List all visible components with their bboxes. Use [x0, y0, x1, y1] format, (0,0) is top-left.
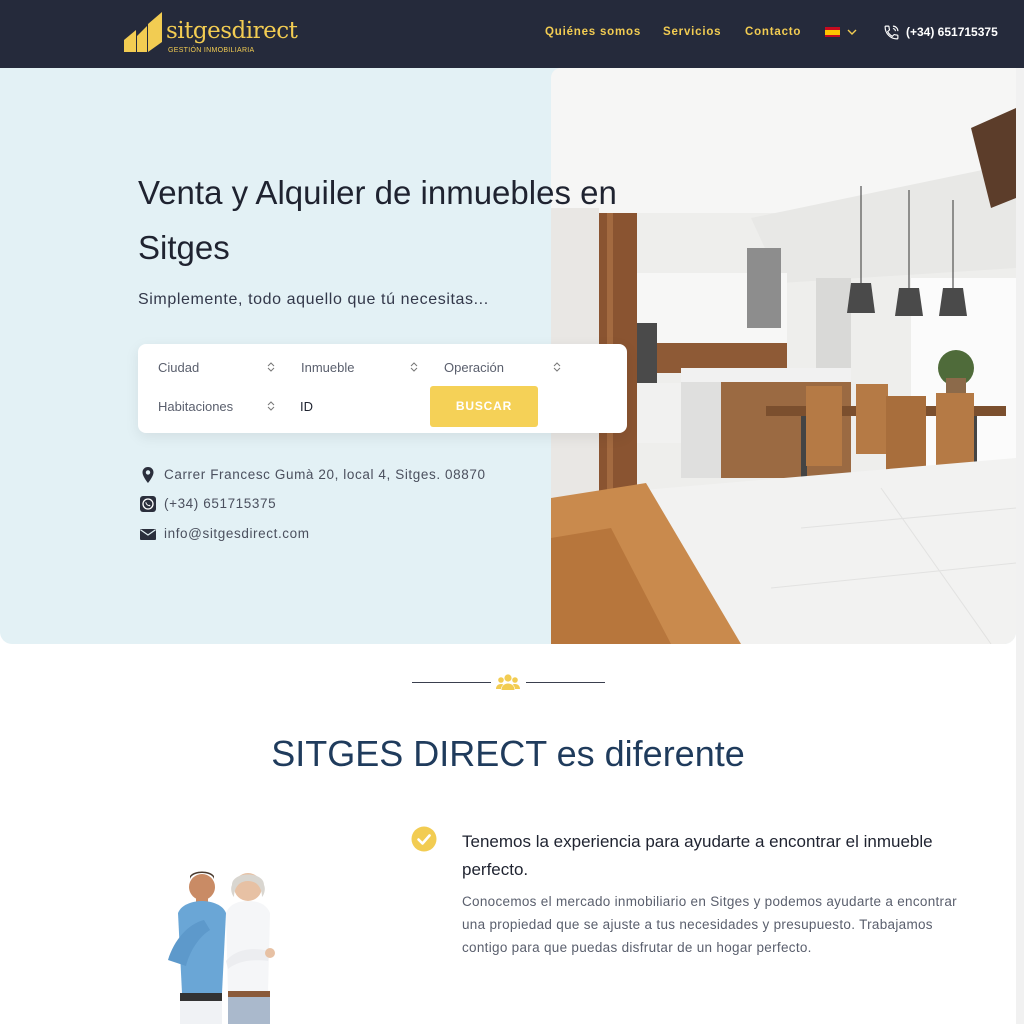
email-link[interactable]: info@sitgesdirect.com: [164, 526, 310, 541]
select-arrows-icon: [267, 401, 275, 411]
scrollbar[interactable]: [1016, 68, 1024, 1024]
nav-quienes-somos[interactable]: Quiénes somos: [545, 26, 641, 38]
hero-title: Venta y Alquiler de inmuebles en Sitges: [138, 174, 617, 266]
feature-description: Conocemos el mercado inmobiliario en Sit…: [462, 894, 957, 955]
property-search-form: Ciudad Inmueble Operación Habitaciones I…: [138, 344, 627, 433]
address-text: Carrer Francesc Gumà 20, local 4, Sitges…: [164, 467, 486, 482]
feature-title: Tenemos la experiencia para ayudarte a e…: [462, 832, 933, 879]
city-select-label: Ciudad: [158, 360, 200, 375]
rooms-label: Habitaciones: [158, 399, 234, 414]
city-select[interactable]: Ciudad: [158, 352, 275, 382]
operation-label: Operación: [444, 360, 504, 375]
search-button[interactable]: BUSCAR: [430, 386, 538, 427]
hero-subtitle: Simplemente, todo aquello que tú necesit…: [138, 291, 489, 308]
site-header: sitgesdirect GESTIÓN INMOBILIARIA Quiéne…: [0, 0, 1024, 68]
rooms-select[interactable]: Habitaciones: [158, 391, 275, 421]
logo-buildings-icon: [124, 12, 162, 52]
logo-tagline: GESTIÓN INMOBILIARIA: [168, 47, 255, 54]
property-type-label: Inmueble: [301, 360, 355, 375]
id-input-placeholder: ID: [300, 399, 313, 414]
select-arrows-icon: [410, 362, 418, 372]
section-title-brand: SITGES DIRECT: [271, 733, 547, 774]
logo-wordmark: sitgesdirect: [166, 18, 298, 44]
id-input[interactable]: ID: [300, 391, 417, 421]
operation-select[interactable]: Operación: [444, 352, 561, 382]
users-group-icon: [496, 674, 520, 690]
team-photo: [168, 871, 275, 1024]
phone-icon: [884, 25, 899, 40]
nav-servicios[interactable]: Servicios: [663, 26, 721, 38]
flag-spain-icon[interactable]: [825, 27, 840, 37]
section-title-rest: es diferente: [546, 733, 745, 774]
header-phone[interactable]: (+34) 651715375: [906, 25, 998, 39]
property-type-select[interactable]: Inmueble: [301, 352, 418, 382]
chevron-down-icon[interactable]: [846, 26, 858, 38]
map-pin-icon: [142, 467, 154, 483]
nav-contacto[interactable]: Contacto: [745, 26, 801, 38]
whatsapp-phone[interactable]: (+34) 651715375: [164, 496, 276, 511]
check-circle-icon: [411, 826, 437, 852]
select-arrows-icon: [267, 362, 275, 372]
logo[interactable]: sitgesdirect GESTIÓN INMOBILIARIA: [122, 12, 302, 58]
select-arrows-icon: [553, 362, 561, 372]
whatsapp-icon: [140, 496, 156, 512]
envelope-icon: [140, 529, 156, 540]
section-title: SITGES DIRECT es diferente: [0, 733, 1016, 775]
divider-left: [412, 682, 491, 683]
divider-right: [526, 682, 605, 683]
